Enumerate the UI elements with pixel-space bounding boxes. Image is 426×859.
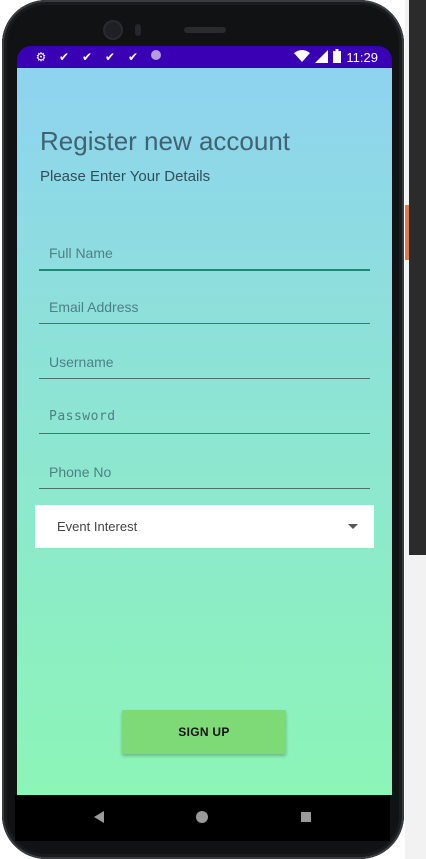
page-subtitle: Please Enter Your Details	[40, 168, 211, 185]
email-field[interactable]	[39, 297, 370, 324]
background-accent	[405, 205, 409, 260]
background-panel	[409, 0, 426, 555]
gear-icon: ⚙	[35, 50, 47, 64]
email-input[interactable]	[49, 299, 359, 315]
check-icon: ✔	[127, 50, 139, 64]
username-input[interactable]	[49, 354, 359, 370]
signal-icon	[315, 49, 329, 67]
home-icon[interactable]	[196, 811, 208, 823]
registration-form: Register new account Please Enter Your D…	[17, 68, 392, 795]
wifi-icon	[294, 49, 311, 67]
check-icon: ✔	[104, 50, 116, 64]
background-window	[405, 0, 426, 859]
signup-button[interactable]: SIGN UP	[122, 710, 286, 754]
full-name-input[interactable]	[49, 245, 359, 261]
phone-frame: ⚙ ✔ ✔ ✔ ✔ 11:29 Register new account Ple…	[2, 0, 404, 859]
proximity-sensor	[135, 24, 141, 36]
password-input[interactable]	[49, 409, 359, 424]
page-title: Register new account	[40, 126, 291, 156]
back-icon[interactable]	[94, 811, 104, 823]
password-field[interactable]	[39, 407, 370, 434]
battery-icon	[333, 49, 342, 67]
circle-icon	[148, 49, 164, 65]
check-icon: ✔	[58, 50, 70, 64]
phone-input[interactable]	[49, 464, 359, 480]
dropdown-arrow-icon	[348, 524, 358, 529]
navigation-bar	[15, 795, 390, 841]
check-icon: ✔	[81, 50, 93, 64]
recents-icon[interactable]	[301, 812, 311, 822]
phone-field[interactable]	[39, 462, 370, 489]
speaker-grille	[184, 27, 226, 33]
event-interest-selected: Event Interest	[57, 519, 138, 534]
system-icons: 11:29	[294, 49, 378, 67]
front-camera	[105, 22, 121, 38]
clock: 11:29	[346, 50, 378, 65]
status-bar: ⚙ ✔ ✔ ✔ ✔ 11:29	[17, 46, 392, 68]
full-name-field[interactable]	[39, 243, 370, 271]
event-interest-dropdown[interactable]: Event Interest	[35, 505, 374, 548]
notification-icons: ⚙ ✔ ✔ ✔ ✔	[33, 49, 164, 65]
screen: ⚙ ✔ ✔ ✔ ✔ 11:29 Register new account Ple…	[17, 46, 392, 795]
username-field[interactable]	[39, 352, 370, 379]
